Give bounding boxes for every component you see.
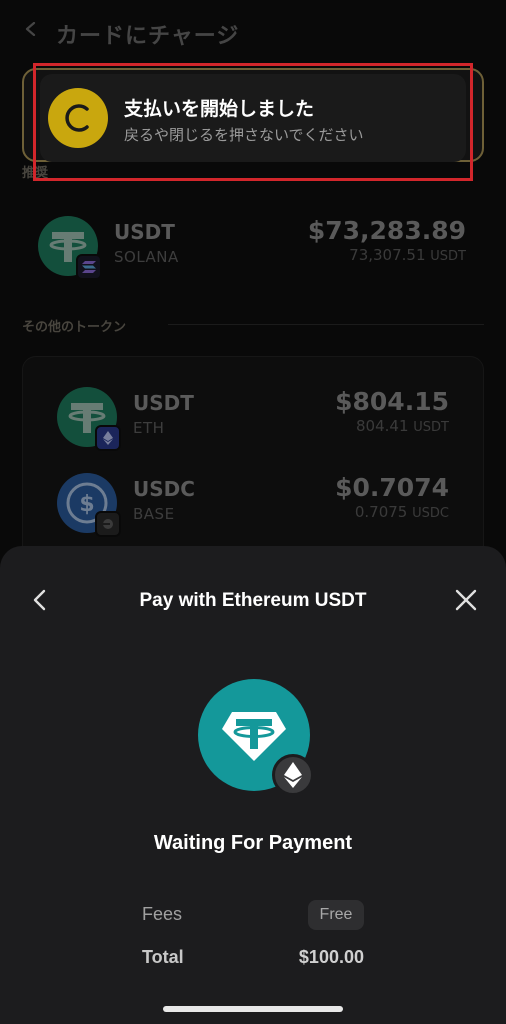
solana-badge-icon [76, 254, 102, 280]
section-divider [168, 324, 484, 325]
home-indicator[interactable] [163, 1006, 343, 1012]
base-badge-icon [95, 511, 121, 537]
fees-label: Fees [142, 904, 183, 924]
back-chevron-icon[interactable] [24, 22, 38, 36]
section-other-tokens-label: その他のトークン [22, 320, 127, 335]
ethereum-badge-icon [272, 754, 314, 796]
token-row-usdt-solana[interactable]: USDT SOLANA $73,283.89 73,307.51 USDT [22, 206, 484, 286]
token-row-usdc-base[interactable]: $ USDC BASE $0.7074 0.7075 USDC [41, 463, 467, 543]
token-amount: 73,307.51 USDT [349, 246, 466, 264]
payment-bottom-sheet: Pay with Ethereum USDT Waiting For Payme… [0, 546, 506, 1024]
ethereum-badge-icon [95, 425, 121, 451]
token-chain: ETH [133, 419, 165, 437]
svg-text:$: $ [79, 492, 94, 517]
total-value: $100.00 [298, 947, 364, 967]
other-tokens-card: USDT ETH $804.15 804.41 USDT $ USDC BASE… [22, 356, 484, 566]
page-title: カードにチャージ [56, 24, 240, 49]
close-icon[interactable] [452, 586, 480, 614]
token-name: USDC [133, 477, 195, 501]
token-usd-value: $0.7074 [335, 473, 449, 502]
sheet-title: Pay with Ethereum USDT [139, 590, 367, 611]
token-row-usdt-eth[interactable]: USDT ETH $804.15 804.41 USDT [41, 377, 467, 457]
token-name: USDT [133, 391, 194, 415]
token-usd-value: $804.15 [335, 387, 449, 416]
token-amount: 0.7075 USDC [354, 503, 449, 521]
token-amount: 804.41 USDT [356, 417, 449, 435]
token-usd-value: $73,283.89 [307, 216, 466, 245]
token-chain: BASE [133, 505, 175, 523]
total-label: Total [142, 947, 184, 967]
token-chain: SOLANA [114, 248, 179, 266]
payment-status: Waiting For Payment [153, 832, 353, 854]
fees-value-badge: Free [308, 900, 364, 930]
highlight-box [33, 63, 473, 181]
token-name: USDT [114, 220, 175, 244]
